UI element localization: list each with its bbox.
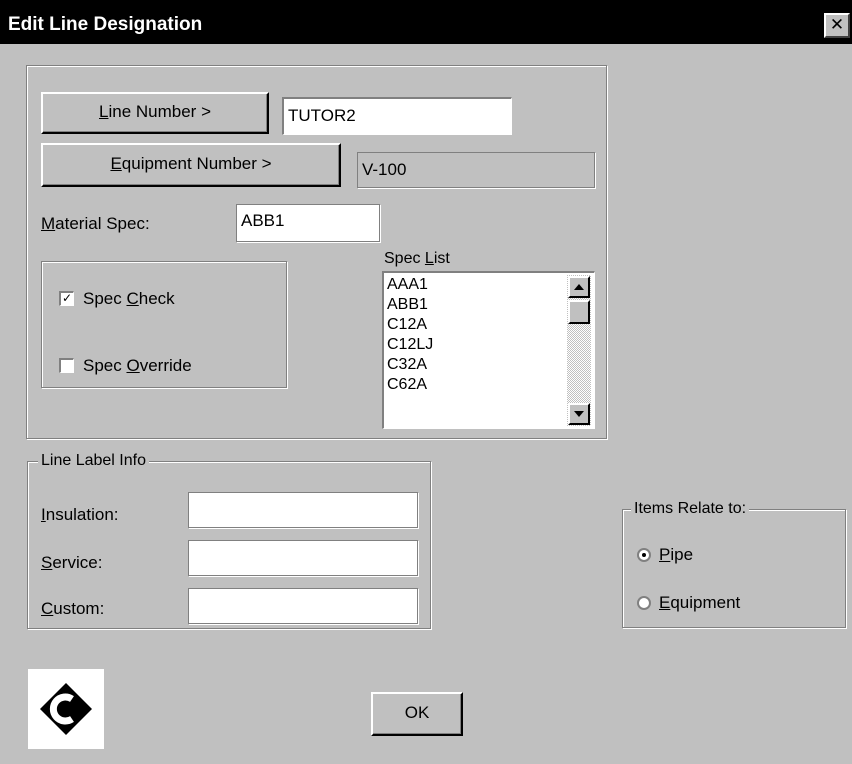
close-icon: ✕ — [829, 15, 845, 34]
list-item[interactable]: C12A — [384, 315, 562, 335]
scroll-down-button[interactable] — [568, 403, 590, 425]
custom-field[interactable] — [188, 588, 418, 624]
ok-button[interactable]: OK — [371, 692, 463, 736]
equipment-number-button[interactable]: Equipment Number > — [41, 143, 341, 187]
logo-graphic — [40, 683, 92, 735]
service-field[interactable] — [188, 540, 418, 576]
radio-selected-icon — [637, 548, 651, 562]
spec-check-label: Spec Check — [83, 289, 175, 308]
spec-listbox[interactable]: AAA1 ABB1 C12A C12LJ C32A C62A — [382, 271, 595, 429]
arrow-up-icon — [574, 284, 584, 290]
insulation-field[interactable] — [188, 492, 418, 528]
title-bar: Edit Line Designation — [0, 0, 852, 44]
items-relate-to-title: Items Relate to: — [631, 500, 750, 518]
checkbox-box — [59, 358, 74, 373]
equipment-number-field: V-100 — [357, 152, 595, 188]
service-label: Service: — [41, 553, 103, 572]
scroll-thumb[interactable] — [568, 300, 590, 324]
spec-list-items: AAA1 ABB1 C12A C12LJ C32A C62A — [384, 275, 562, 395]
window-title: Edit Line Designation — [8, 14, 203, 35]
checkmark-icon: ✓ — [59, 291, 74, 306]
app-logo-icon — [28, 669, 104, 749]
line-number-button[interactable]: Line Number > — [41, 92, 269, 134]
list-item[interactable]: C32A — [384, 355, 562, 375]
line-number-field[interactable]: TUTOR2 — [282, 97, 512, 135]
list-item[interactable]: C12LJ — [384, 335, 562, 355]
line-label-info-title: Line Label Info — [38, 452, 149, 470]
insulation-label: Insulation: — [41, 505, 119, 524]
material-spec-field[interactable]: ABB1 — [236, 204, 380, 242]
close-button[interactable]: ✕ — [824, 13, 850, 38]
equipment-label: Equipment — [659, 593, 741, 612]
list-item[interactable]: AAA1 — [384, 275, 562, 295]
spec-list-label: Spec List — [384, 250, 450, 267]
material-spec-label: Material Spec: — [41, 214, 150, 233]
list-item[interactable]: ABB1 — [384, 295, 562, 315]
arrow-down-icon — [574, 411, 584, 417]
radio-empty-icon — [637, 596, 651, 610]
list-item[interactable]: C62A — [384, 375, 562, 395]
spec-override-label: Spec Override — [83, 356, 192, 375]
scroll-up-button[interactable] — [568, 276, 590, 298]
pipe-label: Pipe — [659, 545, 694, 564]
custom-label: Custom: — [41, 599, 105, 618]
